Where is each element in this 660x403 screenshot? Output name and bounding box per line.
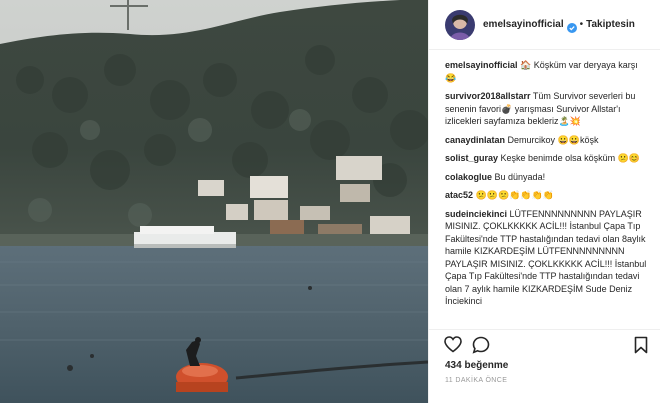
comment-item: sudeinciekinci LÜTFENNNNNNNNN PAYLAŞIR M… bbox=[445, 208, 651, 308]
comment-text: Demurcikoy 😀😀köşk bbox=[507, 134, 599, 145]
avatar-image bbox=[445, 9, 475, 40]
bosphorus-photo bbox=[0, 0, 428, 403]
comment-list[interactable]: emelsayinofficial 🏠 Köşküm var deryaya k… bbox=[429, 51, 660, 329]
heart-icon[interactable] bbox=[443, 335, 463, 355]
comment-username[interactable]: canaydinlatan bbox=[445, 135, 505, 145]
bookmark-icon[interactable] bbox=[631, 335, 651, 355]
verified-badge-icon bbox=[566, 20, 577, 33]
comment-item: colakoglue Bu dünyada! bbox=[445, 171, 651, 184]
post-header: emelsayinofficial • Takiptesin bbox=[429, 0, 660, 50]
post-side-panel: emelsayinofficial • Takiptesin emelsayin… bbox=[428, 0, 660, 403]
post-photo[interactable] bbox=[0, 0, 428, 403]
comment-item: atac52 😕😕😕👏👏👏👏 bbox=[445, 189, 651, 202]
comment-text: 😕😕😕👏👏👏👏 bbox=[475, 190, 554, 200]
comment-item: canaydinlatan Demurcikoy 😀😀köşk bbox=[445, 134, 651, 147]
comment-text: Bu dünyada! bbox=[494, 171, 546, 182]
comment-text: LÜTFENNNNNNNNN PAYLAŞIR MISINIZ. ÇOKLKKK… bbox=[445, 208, 647, 307]
follow-status-button[interactable]: Takiptesin bbox=[586, 19, 635, 30]
instagram-post: emelsayinofficial • Takiptesin emelsayin… bbox=[0, 0, 660, 403]
comment-item: survivor2018allstarr Tüm Survivor severl… bbox=[445, 90, 651, 128]
comment-username[interactable]: atac52 bbox=[445, 190, 473, 200]
comment-item: solist_guray Keşke benimde olsa köşküm 😕… bbox=[445, 152, 651, 165]
caption: emelsayinofficial 🏠 Köşküm var deryaya k… bbox=[445, 59, 651, 84]
header-username[interactable]: emelsayinofficial bbox=[483, 19, 564, 30]
like-count[interactable]: 434 beğenme bbox=[445, 360, 508, 371]
comment-text: Keşke benimde olsa köşküm 😕😊 bbox=[500, 153, 641, 163]
comment-bubble-icon[interactable] bbox=[471, 335, 491, 355]
comment-username[interactable]: sudeinciekinci bbox=[445, 209, 507, 219]
comment-username[interactable]: survivor2018allstarr bbox=[445, 91, 531, 101]
comment-username[interactable]: solist_guray bbox=[445, 153, 498, 163]
post-timestamp[interactable]: 11 DAKİKA ÖNCE bbox=[445, 377, 507, 384]
action-bar bbox=[429, 329, 660, 359]
separator-dot: • bbox=[579, 19, 584, 30]
caption-username[interactable]: emelsayinofficial bbox=[445, 60, 518, 70]
comment-username[interactable]: colakoglue bbox=[445, 172, 492, 182]
profile-avatar[interactable] bbox=[445, 9, 475, 40]
